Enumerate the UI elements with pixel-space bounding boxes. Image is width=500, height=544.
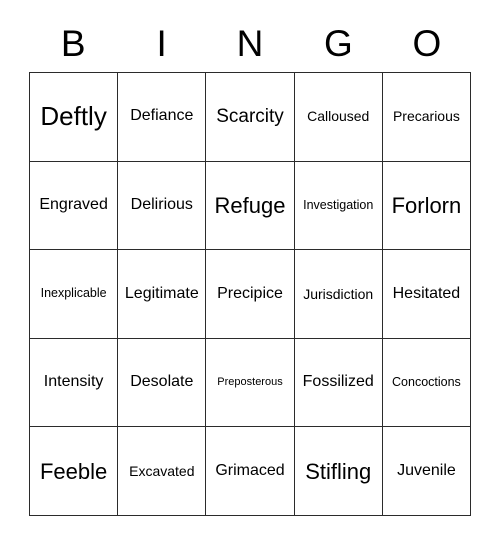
bingo-row: Deftly Defiance Scarcity Calloused Preca… (30, 73, 472, 162)
bingo-cell-label: Engraved (39, 195, 108, 213)
bingo-cell-n2[interactable]: Refuge (206, 161, 295, 251)
bingo-cell-label: Forlorn (391, 192, 462, 218)
bingo-row: Feeble Excavated Grimaced Stifling Juven… (30, 427, 472, 516)
bingo-row: Inexplicable Legitimate Precipice Jurisd… (30, 250, 472, 339)
bingo-cell-label: Jurisdiction (303, 285, 374, 302)
bingo-cell-b4[interactable]: Intensity (30, 338, 119, 428)
bingo-cell-n5[interactable]: Grimaced (206, 427, 295, 516)
bingo-header-letter-i: I (156, 22, 167, 64)
bingo-cell-label: Fossilized (302, 373, 374, 391)
bingo-cell-label: Scarcity (216, 105, 284, 127)
bingo-cell-o3[interactable]: Hesitated (382, 250, 472, 339)
bingo-header-letter-n: N (236, 22, 264, 64)
bingo-header-letter-b: B (60, 22, 86, 64)
bingo-cell-label: Refuge (214, 192, 286, 218)
bingo-cell-label: Inexplicable (40, 286, 107, 301)
bingo-cell-b3[interactable]: Inexplicable (30, 250, 119, 339)
bingo-cell-o4[interactable]: Concoctions (382, 338, 472, 428)
bingo-cell-label: Deftly (40, 101, 107, 132)
bingo-cell-label: Precipice (217, 284, 283, 302)
bingo-cell-o1[interactable]: Precarious (382, 73, 472, 162)
bingo-grid: Deftly Defiance Scarcity Calloused Preca… (29, 72, 472, 516)
bingo-cell-label: Intensity (43, 373, 104, 391)
bingo-cell-label: Calloused (307, 108, 370, 125)
bingo-cell-i3[interactable]: Legitimate (118, 250, 207, 339)
bingo-cell-o2[interactable]: Forlorn (382, 161, 472, 251)
bingo-cell-label: Investigation (303, 197, 374, 212)
bingo-cell-label: Delirious (130, 195, 193, 213)
bingo-cell-g2[interactable]: Investigation (294, 161, 383, 251)
bingo-cell-o5[interactable]: Juvenile (382, 427, 472, 516)
bingo-cell-g5[interactable]: Stifling (294, 427, 383, 516)
bingo-row: Engraved Delirious Refuge Investigation … (30, 161, 472, 251)
bingo-cell-label: Stifling (305, 458, 372, 484)
bingo-card: B I N G O Deftly Defiance Scarcity Callo… (29, 14, 472, 516)
bingo-cell-g4[interactable]: Fossilized (294, 338, 383, 428)
bingo-cell-b5[interactable]: Feeble (30, 427, 119, 516)
bingo-cell-n1[interactable]: Scarcity (206, 73, 295, 162)
bingo-cell-label: Legitimate (124, 284, 199, 302)
bingo-cell-i1[interactable]: Defiance (118, 73, 207, 162)
bingo-cell-n3[interactable]: Precipice (206, 250, 295, 339)
bingo-cell-g1[interactable]: Calloused (294, 73, 383, 162)
bingo-cell-label: Juvenile (397, 461, 456, 479)
bingo-cell-label: Concoctions (392, 375, 461, 390)
bingo-cell-label: Defiance (130, 107, 194, 125)
bingo-cell-i5[interactable]: Excavated (118, 427, 207, 516)
bingo-cell-label: Grimaced (215, 461, 285, 479)
bingo-row: Intensity Desolate Preposterous Fossiliz… (30, 338, 472, 428)
bingo-cell-label: Excavated (129, 462, 195, 479)
bingo-cell-n4[interactable]: Preposterous (206, 338, 295, 428)
bingo-header-letter-g: G (324, 22, 353, 64)
bingo-cell-g3[interactable]: Jurisdiction (294, 250, 383, 339)
bingo-header-row: B I N G O (29, 14, 471, 72)
bingo-cell-label: Preposterous (217, 375, 283, 388)
bingo-cell-i2[interactable]: Delirious (118, 161, 207, 251)
bingo-cell-b1[interactable]: Deftly (30, 73, 119, 162)
bingo-cell-label: Precarious (392, 108, 460, 125)
bingo-cell-label: Hesitated (392, 284, 461, 302)
bingo-cell-i4[interactable]: Desolate (118, 338, 207, 428)
bingo-header-letter-o: O (412, 22, 442, 64)
bingo-cell-b2[interactable]: Engraved (30, 161, 119, 251)
bingo-cell-label: Desolate (130, 373, 194, 391)
bingo-cell-label: Feeble (39, 458, 108, 484)
